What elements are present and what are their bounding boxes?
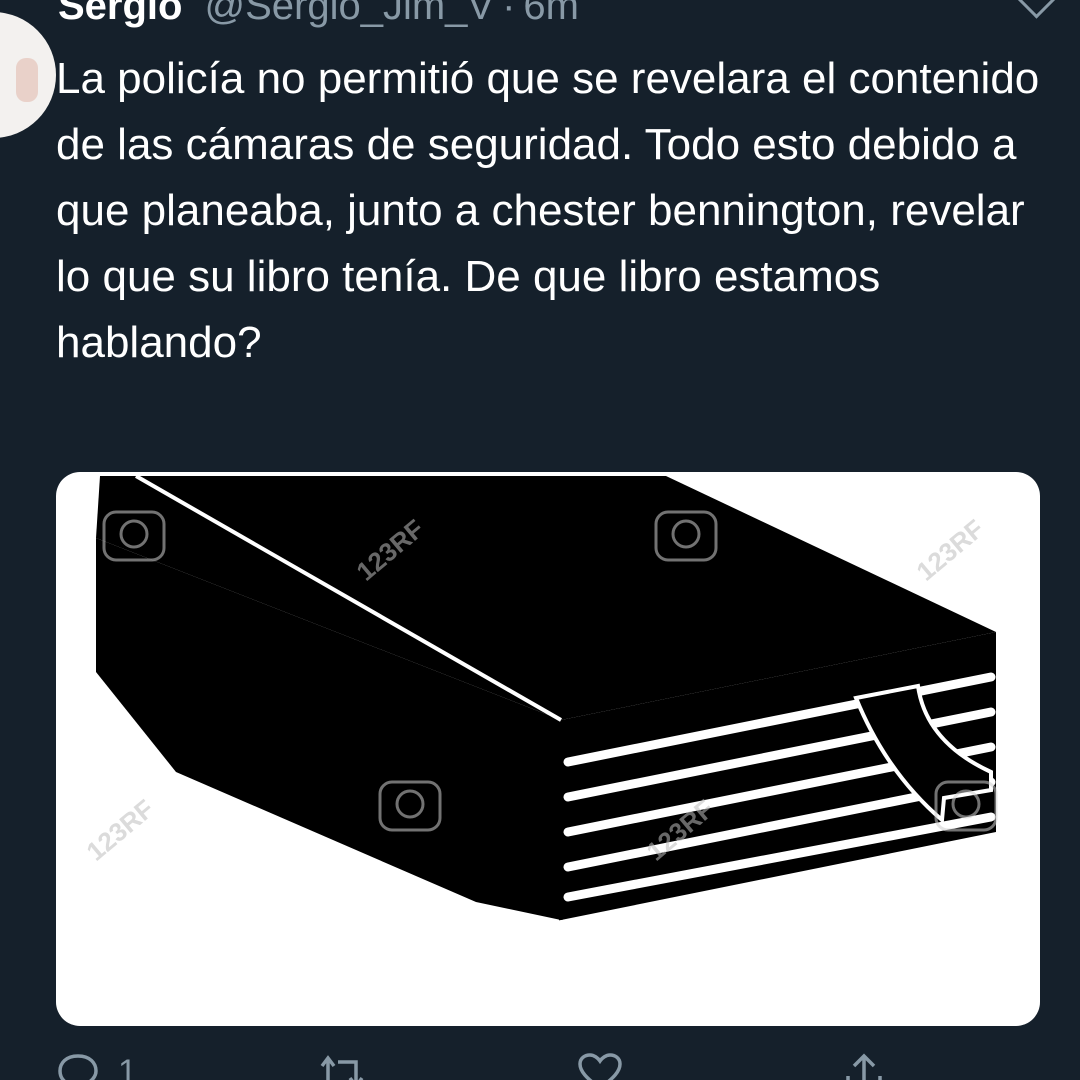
watermark-text: 123RF bbox=[911, 513, 990, 586]
heart-icon bbox=[578, 1053, 622, 1080]
avatar[interactable] bbox=[0, 12, 56, 138]
watermark-text: 123RF bbox=[81, 793, 160, 866]
display-name[interactable]: Sergio bbox=[58, 0, 182, 36]
tweet-media-image[interactable]: 123RF 123RF 123RF 123RF bbox=[56, 472, 1040, 1026]
reply-icon bbox=[58, 1054, 98, 1080]
tweet[interactable]: Sergio @Sergio_Jim_V · 6m La policía no … bbox=[0, 0, 1080, 1080]
retweet-icon bbox=[320, 1055, 364, 1080]
separator-dot: · bbox=[502, 0, 516, 28]
avatar-photo-detail bbox=[16, 58, 38, 102]
reply-count: 1 bbox=[118, 1052, 137, 1080]
tweet-text: La policía no permitió que se revelara e… bbox=[56, 54, 1040, 367]
retweet-button[interactable] bbox=[314, 1052, 370, 1080]
user-handle[interactable]: @Sergio_Jim_V bbox=[204, 0, 494, 36]
tweet-timestamp[interactable]: 6m bbox=[523, 0, 579, 36]
share-button[interactable] bbox=[842, 1052, 886, 1080]
book-illustration: 123RF 123RF 123RF 123RF bbox=[81, 474, 998, 921]
like-button[interactable] bbox=[576, 1052, 624, 1080]
tweet-actions: 1 bbox=[56, 1052, 956, 1080]
reply-button[interactable]: 1 bbox=[56, 1052, 137, 1080]
tweet-header: Sergio @Sergio_Jim_V · 6m bbox=[58, 0, 579, 36]
share-icon bbox=[846, 1053, 882, 1080]
chevron-down-icon[interactable] bbox=[1017, 0, 1056, 19]
